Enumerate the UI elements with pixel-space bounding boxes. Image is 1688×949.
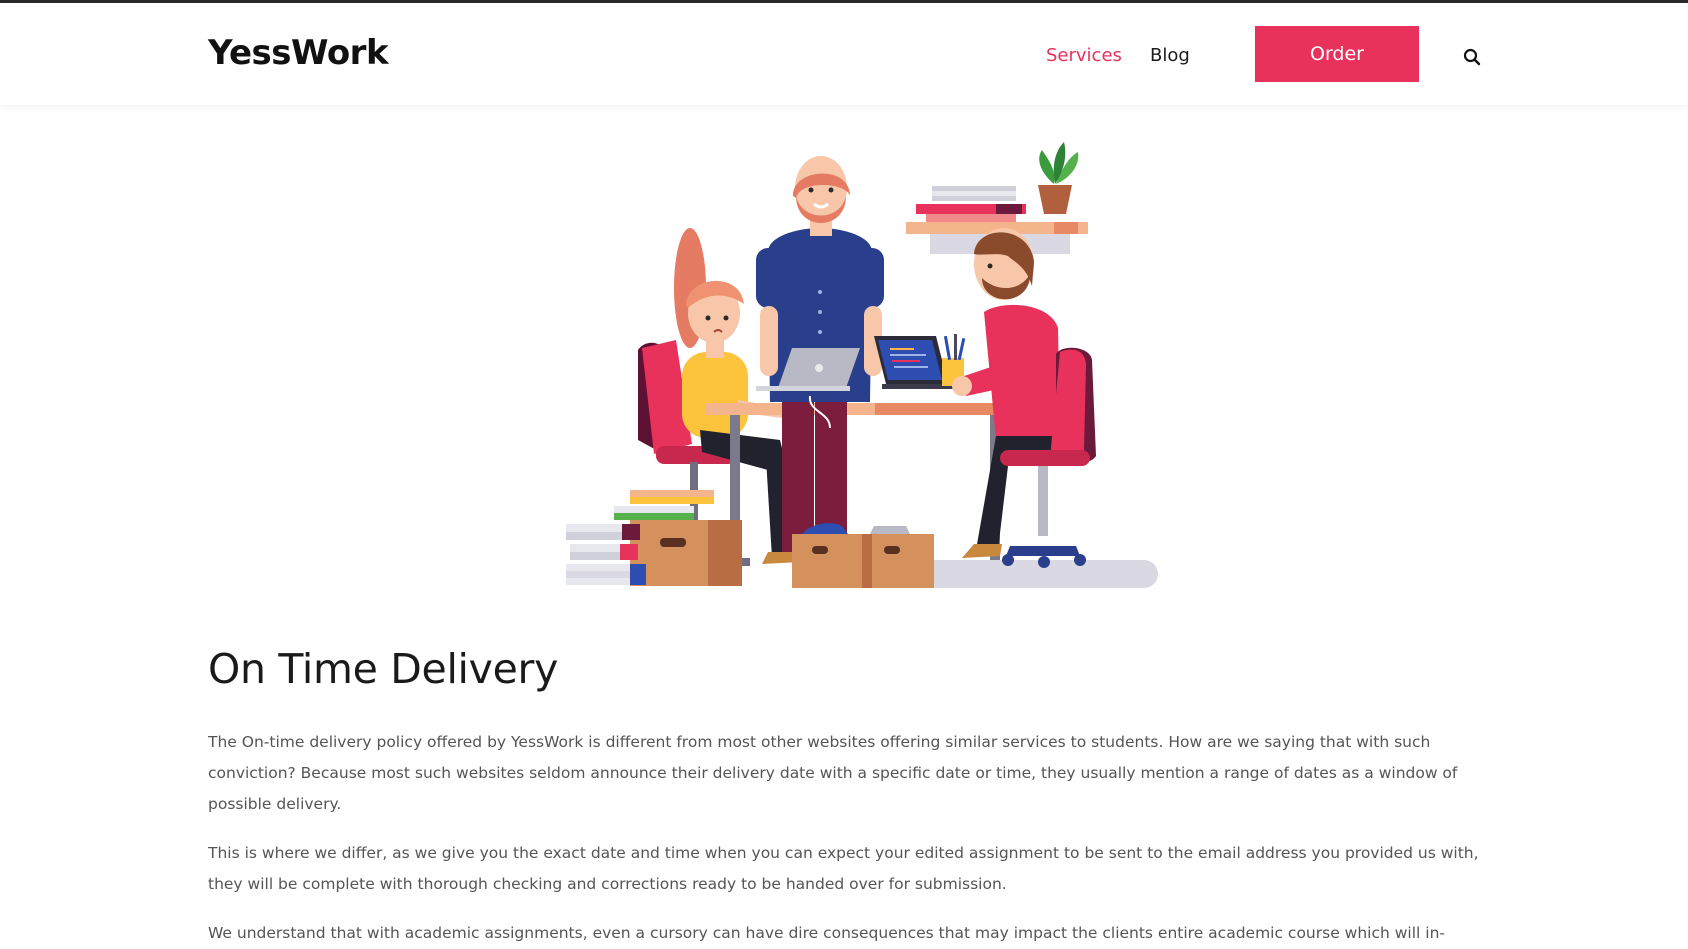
paragraph-3: We understand that with academic assignm… — [208, 924, 1445, 942]
order-button[interactable]: Order — [1255, 26, 1419, 82]
search-icon[interactable] — [1463, 48, 1481, 66]
site-logo[interactable]: YessWork — [208, 33, 389, 73]
paragraph-1: The On-time delivery policy offered by Y… — [208, 733, 1458, 813]
site-header: YessWork Services Blog Order — [0, 3, 1688, 105]
nav-blog-link[interactable]: Blog — [1150, 45, 1190, 66]
team-working-illustration — [566, 142, 1158, 588]
paragraph-2: This is where we differ, as we give you … — [208, 844, 1479, 893]
nav-services-link[interactable]: Services — [1046, 45, 1122, 66]
page-heading: On Time Delivery — [208, 645, 559, 693]
